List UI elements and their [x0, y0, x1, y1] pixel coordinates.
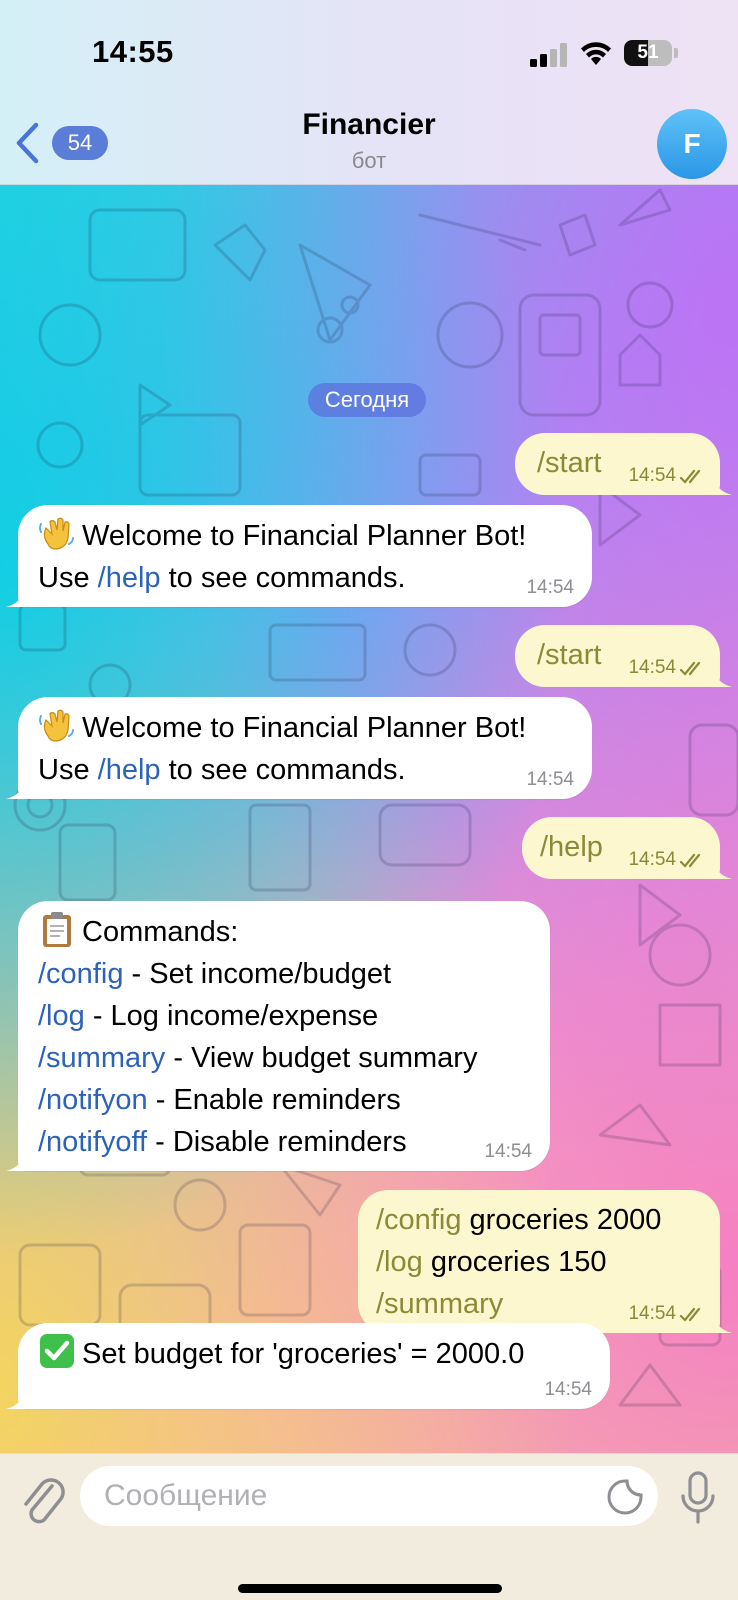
battery-percentage: 51: [637, 42, 659, 63]
message-line: /config groceries 2000: [376, 1199, 720, 1241]
message-line: Use /help to see commands.: [38, 749, 592, 791]
read-checkmarks-icon: [680, 1307, 701, 1322]
incoming-message[interactable]: Welcome to Financial Planner Bot! Use /h…: [6, 697, 592, 799]
battery-cap: [674, 48, 678, 58]
message-time: 14:54: [526, 577, 574, 598]
bubble-tail: [6, 587, 26, 607]
read-checkmarks-icon: [680, 853, 701, 868]
outgoing-message[interactable]: /config groceries 2000/log groceries 150…: [358, 1190, 732, 1333]
command-description: - Disable reminders: [147, 1126, 407, 1158]
command-list-item: /log - Log income/expense: [38, 995, 550, 1037]
bubble-tail: [712, 859, 732, 879]
chat-subtitle: бот: [351, 148, 387, 173]
command-link[interactable]: /log: [38, 1000, 85, 1032]
battery-icon: 51: [624, 40, 672, 66]
waving-hand-icon: [39, 709, 74, 742]
cellular-signal-icon: [530, 43, 567, 67]
incoming-message[interactable]: Welcome to Financial Planner Bot! Use /h…: [6, 505, 592, 607]
command-link[interactable]: /help: [98, 754, 161, 786]
message-time: 14:54: [526, 769, 574, 790]
command-list-item: /summary - View budget summary: [38, 1037, 550, 1079]
command-link[interactable]: /config: [38, 958, 123, 990]
sticker-icon[interactable]: [606, 1478, 644, 1516]
wifi-icon: [581, 42, 611, 65]
message-line: Commands:: [38, 910, 550, 953]
bubble-tail: [6, 1151, 26, 1171]
message-line: Use /help to see commands.: [38, 557, 592, 599]
message-text: Use: [38, 562, 98, 594]
message-time: 14:54: [628, 849, 676, 870]
message-text: Use: [38, 754, 98, 786]
bubble-tail: [712, 1313, 732, 1333]
message-time: 14:54: [628, 465, 676, 486]
command-description: - Set income/budget: [123, 958, 392, 990]
message-time: 14:54: [484, 1141, 532, 1162]
message-input[interactable]: [80, 1466, 658, 1526]
command-list-item: /notifyon - Enable reminders: [38, 1079, 550, 1121]
command-description: - View budget summary: [165, 1042, 478, 1074]
message-text: /help: [540, 831, 603, 863]
command-list-item: /notifyoff - Disable reminders: [38, 1121, 550, 1163]
message-time: 14:54: [544, 1379, 592, 1400]
bubble-tail: [6, 779, 26, 799]
command-link[interactable]: /summary: [38, 1042, 165, 1074]
message-time: 14:54: [628, 1303, 676, 1324]
outgoing-message[interactable]: /start 14:54: [515, 625, 732, 687]
message-text: Welcome to Financial Planner Bot!: [82, 712, 527, 744]
incoming-message[interactable]: Set budget for 'groceries' = 2000.0 14:5…: [6, 1323, 610, 1409]
command-text: /summary: [376, 1288, 504, 1320]
check-mark-button-icon: [40, 1334, 74, 1368]
command-link[interactable]: /notifyon: [38, 1084, 148, 1116]
message-text: Commands:: [82, 916, 239, 948]
command-text: /log: [376, 1246, 423, 1278]
waving-hand-icon: [39, 517, 74, 550]
message-time: 14:54: [628, 657, 676, 678]
clipboard-icon: [43, 912, 71, 947]
bubble-tail: [712, 475, 732, 495]
message-line: Set budget for 'groceries' = 2000.0: [38, 1332, 610, 1375]
chat-area[interactable]: Сегодня /start 14:54 Welcome to Financia…: [0, 185, 738, 1453]
read-checkmarks-icon: [680, 661, 701, 676]
command-text: /config: [376, 1204, 462, 1236]
outgoing-message[interactable]: /start 14:54: [515, 433, 732, 495]
message-text: /start: [537, 447, 602, 479]
bubble-tail: [6, 1389, 26, 1409]
bubble-tail: [712, 667, 732, 687]
message-text: Set budget for 'groceries' = 2000.0: [82, 1338, 525, 1370]
message-composer: [0, 1453, 738, 1600]
message-line: /log groceries 150: [376, 1241, 720, 1283]
command-link[interactable]: /notifyoff: [38, 1126, 147, 1158]
bot-avatar[interactable]: F: [657, 109, 727, 179]
message-text: to see commands.: [160, 754, 406, 786]
top-bar: 14:55 51 54 Financier бот F: [0, 0, 738, 185]
status-time: 14:55: [92, 34, 174, 69]
incoming-message[interactable]: Commands: /config - Set income/budget/lo…: [6, 901, 550, 1171]
command-list-item: /config - Set income/budget: [38, 953, 550, 995]
command-description: - Log income/expense: [84, 1000, 379, 1032]
date-divider: Сегодня: [308, 383, 426, 417]
message-text: /start: [537, 639, 602, 671]
chat-title[interactable]: Financier: [0, 108, 738, 142]
home-indicator: [238, 1584, 502, 1593]
read-checkmarks-icon: [680, 469, 701, 484]
message-text: groceries 2000: [461, 1204, 662, 1236]
message-text: groceries 150: [422, 1246, 607, 1278]
command-list: /config - Set income/budget/log - Log in…: [38, 953, 550, 1163]
message-text: Welcome to Financial Planner Bot!: [82, 520, 527, 552]
command-description: - Enable reminders: [147, 1084, 401, 1116]
microphone-icon[interactable]: [678, 1470, 718, 1526]
command-link[interactable]: /help: [98, 562, 161, 594]
paperclip-icon[interactable]: [18, 1472, 66, 1530]
message-text: to see commands.: [160, 562, 406, 594]
outgoing-message[interactable]: /help 14:54: [522, 817, 732, 879]
message-line: Welcome to Financial Planner Bot!: [38, 514, 592, 557]
message-line: Welcome to Financial Planner Bot!: [38, 706, 592, 749]
